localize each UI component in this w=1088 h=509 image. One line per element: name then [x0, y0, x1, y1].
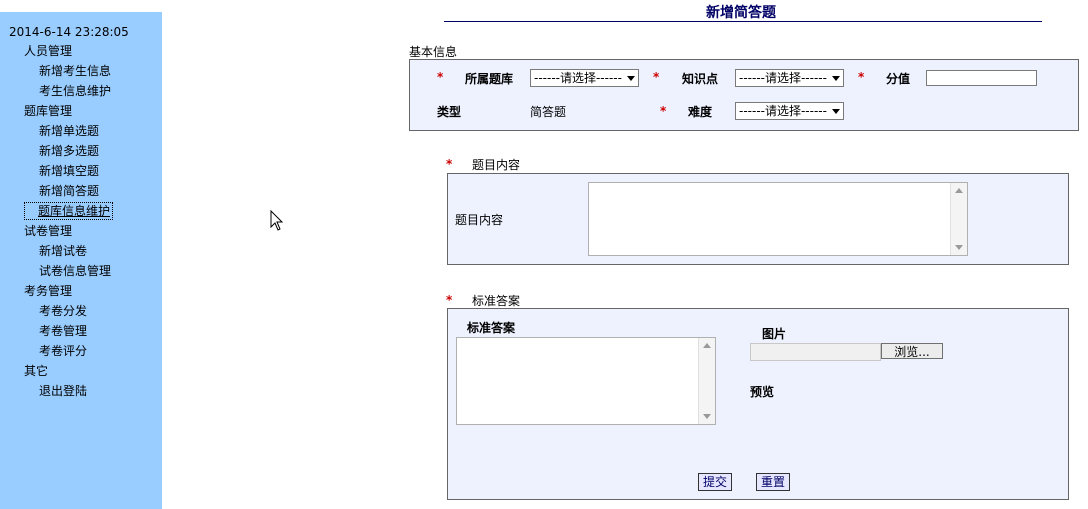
- title-divider: [444, 21, 1042, 22]
- question-panel: 题目内容: [447, 173, 1069, 265]
- nav-paper-distribution[interactable]: 考卷分发: [39, 303, 87, 319]
- question-scrollbar[interactable]: [950, 183, 967, 255]
- chevron-down-icon: [832, 109, 840, 114]
- answer-field-label: 标准答案: [467, 321, 516, 335]
- question-field-label: 题目内容: [455, 213, 504, 227]
- basic-info-label: 基本信息: [409, 45, 458, 59]
- mouse-cursor-icon: [270, 210, 284, 231]
- reset-button[interactable]: 重置: [756, 473, 790, 491]
- nav-examinee-maintenance[interactable]: 考生信息维护: [39, 83, 111, 99]
- nav-question-bank-maintenance-label: 题库信息维护: [38, 204, 111, 218]
- nav-group-personnel[interactable]: 人员管理: [24, 43, 72, 59]
- required-mark: *: [858, 70, 865, 84]
- nav-add-short-answer[interactable]: 新增简答题: [39, 183, 99, 199]
- difficulty-label: 难度: [688, 105, 713, 119]
- bank-select-value: ------请选择------: [534, 71, 622, 85]
- knowledge-select[interactable]: ------请选择------: [735, 69, 844, 87]
- nav-group-exam-affairs[interactable]: 考务管理: [24, 283, 72, 299]
- chevron-down-icon: [627, 76, 635, 81]
- datetime-display: 2014-6-14 23:28:05: [9, 25, 129, 39]
- bank-select[interactable]: ------请选择------: [530, 69, 639, 87]
- answer-panel: 标准答案 图片 浏览... 预览 提交 重置: [447, 308, 1069, 500]
- required-mark: *: [446, 293, 453, 307]
- nav-add-examinee[interactable]: 新增考生信息: [39, 63, 111, 79]
- type-label: 类型: [437, 105, 462, 119]
- bank-label: 所属题库: [465, 72, 514, 86]
- nav-add-paper[interactable]: 新增试卷: [39, 243, 87, 259]
- chevron-down-icon: [832, 76, 840, 81]
- nav-add-single-choice[interactable]: 新增单选题: [39, 123, 99, 139]
- image-label: 图片: [762, 327, 787, 341]
- sidebar: 2014-6-14 23:28:05 人员管理 新增考生信息 考生信息维护 题库…: [0, 12, 162, 509]
- nav-paper-management[interactable]: 试卷信息管理: [39, 263, 111, 279]
- answer-section-label: 标准答案: [472, 294, 521, 308]
- basic-info-panel: * 所属题库 ------请选择------ * 知识点 ------请选择--…: [409, 59, 1079, 131]
- nav-add-multiple-choice[interactable]: 新增多选题: [39, 143, 99, 159]
- submit-button[interactable]: 提交: [698, 473, 732, 491]
- knowledge-label: 知识点: [682, 72, 719, 86]
- required-mark: *: [446, 157, 453, 171]
- nav-paper-grading[interactable]: 考卷评分: [39, 343, 87, 359]
- nav-add-fill-blank[interactable]: 新增填空题: [39, 163, 99, 179]
- required-mark: *: [660, 104, 667, 118]
- scroll-up-icon[interactable]: [703, 343, 711, 348]
- answer-textarea[interactable]: [456, 337, 716, 425]
- nav-logout[interactable]: 退出登陆: [39, 383, 87, 399]
- scroll-up-icon[interactable]: [955, 188, 963, 193]
- score-input[interactable]: [926, 70, 1037, 86]
- question-content-textarea[interactable]: [588, 182, 968, 256]
- difficulty-select[interactable]: ------请选择------: [735, 102, 844, 120]
- type-value: 简答题: [530, 105, 567, 119]
- required-mark: *: [437, 70, 444, 84]
- nav-group-other[interactable]: 其它: [24, 363, 48, 379]
- question-section-label: 题目内容: [472, 158, 521, 172]
- score-label: 分值: [886, 72, 911, 86]
- nav-question-bank-maintenance[interactable]: 题库信息维护: [24, 202, 114, 220]
- nav-paper-management-affairs[interactable]: 考卷管理: [39, 323, 87, 339]
- knowledge-select-value: ------请选择------: [739, 71, 827, 85]
- nav-group-question-bank[interactable]: 题库管理: [24, 103, 72, 119]
- difficulty-select-value: ------请选择------: [739, 104, 827, 118]
- nav-group-exam-paper[interactable]: 试卷管理: [24, 223, 72, 239]
- scroll-down-icon[interactable]: [703, 414, 711, 419]
- required-mark: *: [653, 70, 660, 84]
- page-title: 新增简答题: [706, 5, 776, 21]
- answer-scrollbar[interactable]: [698, 338, 715, 424]
- image-file-input[interactable]: [750, 343, 881, 361]
- preview-label: 预览: [750, 385, 775, 399]
- browse-button[interactable]: 浏览...: [881, 343, 943, 359]
- scroll-down-icon[interactable]: [955, 245, 963, 250]
